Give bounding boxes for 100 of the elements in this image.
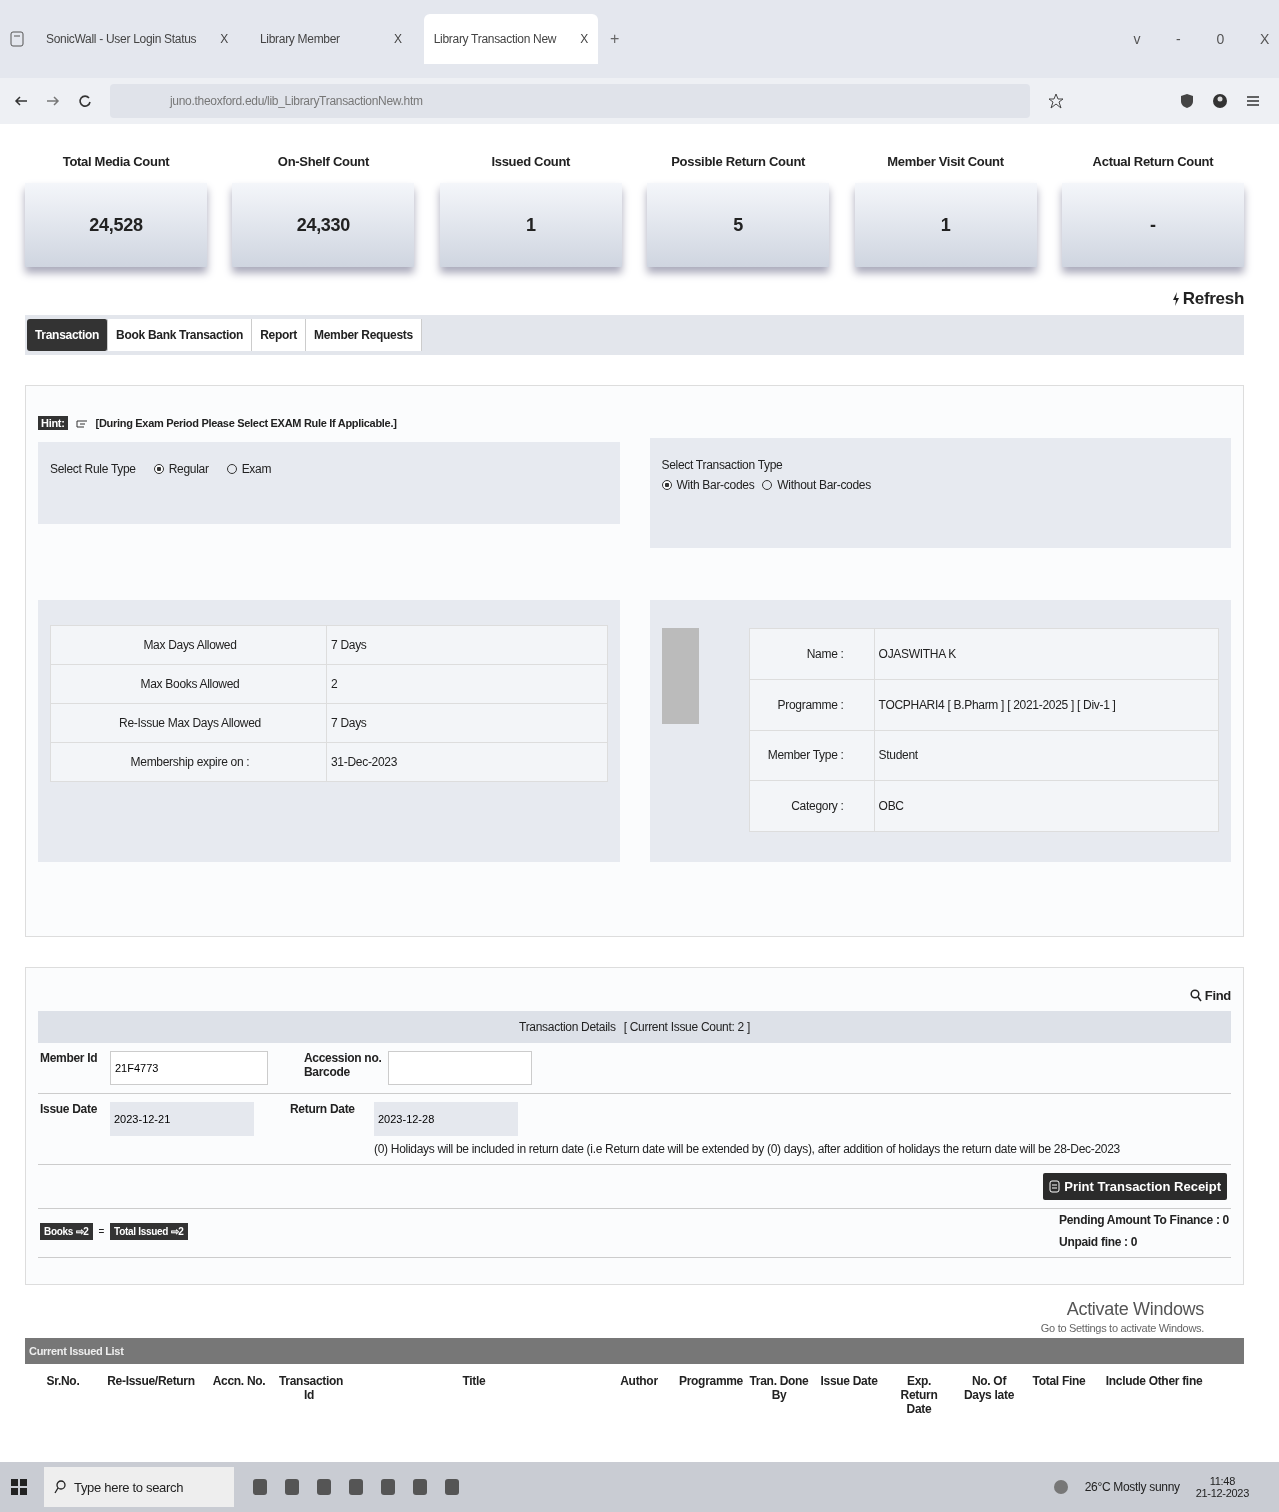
new-tab-button[interactable]: + <box>609 30 619 48</box>
close-tab-button[interactable]: X <box>580 32 588 46</box>
window-control[interactable]: 0 <box>1216 31 1224 47</box>
table-cell: Member Type : <box>749 730 875 781</box>
table-cell: 31-Dec-2023 <box>326 742 607 782</box>
reload-icon[interactable] <box>78 94 92 108</box>
star-icon[interactable] <box>1048 93 1064 109</box>
url-text: juno.theoxford.edu/lib_LibraryTransactionNew.htm <box>170 94 423 108</box>
return-date-field[interactable]: 2023-12-28 <box>374 1102 518 1136</box>
browser-tab[interactable]: Library Member X <box>250 18 412 60</box>
column-header: Exp. Return Date <box>899 1374 939 1416</box>
issue-count: [ Current Issue Count: 2 ] <box>623 1020 750 1034</box>
page-tab[interactable]: Member Requests <box>306 319 422 351</box>
app-icon[interactable] <box>442 1477 462 1497</box>
unpaid-fine: Unpaid fine : 0 <box>1059 1235 1139 1249</box>
browser-tab[interactable]: Library Transaction New X <box>423 14 598 64</box>
weather-text: 26°C Mostly sunny <box>1084 1480 1180 1494</box>
member-id-field[interactable]: 21F4773 <box>110 1051 268 1085</box>
menu-icon[interactable] <box>1246 94 1260 108</box>
search-placeholder: Type here to search <box>74 1479 184 1495</box>
clock-date: 21-12-2023 <box>1195 1487 1249 1499</box>
stat-card: 1 <box>854 183 1037 267</box>
radio-option[interactable]: Regular <box>153 462 209 476</box>
radio-option[interactable]: Without Bar-codes <box>762 478 871 492</box>
window-control[interactable]: v <box>1133 31 1141 47</box>
find-link[interactable]: Find <box>1189 988 1231 1003</box>
app-icon[interactable] <box>250 1477 270 1497</box>
clock-time: 11:48 <box>1209 1475 1235 1487</box>
bolt-icon <box>1171 292 1180 306</box>
taskbar-search[interactable]: Type here to search <box>44 1467 234 1507</box>
column-header: Accn. No. <box>211 1374 267 1388</box>
column-header: Tran. Done By <box>749 1374 809 1402</box>
print-receipt-button[interactable]: Print Transaction Receipt <box>1043 1173 1227 1200</box>
column-header: Issue Date <box>819 1374 879 1388</box>
field-label: Return Date <box>290 1102 356 1116</box>
tab-list-icon[interactable] <box>10 31 24 47</box>
app-icon[interactable] <box>346 1477 366 1497</box>
tab-title: SonicWall - User Login Status <box>46 32 197 46</box>
stat-label: Total Media Count <box>62 154 170 169</box>
forward-icon[interactable] <box>46 94 60 108</box>
stat-label: Member Visit Count <box>887 154 1004 169</box>
search-icon <box>54 1480 66 1494</box>
page-tab[interactable]: Report <box>252 319 306 351</box>
field-label: Select Rule Type <box>50 462 136 476</box>
section-title: Transaction Details <box>519 1020 616 1034</box>
table-cell: Name : <box>749 628 875 680</box>
back-icon[interactable] <box>14 94 28 108</box>
hint-text: [During Exam Period Please Select EXAM Rule If Applicable.] <box>95 417 397 429</box>
close-tab-button[interactable]: X <box>220 32 228 46</box>
close-tab-button[interactable]: X <box>394 32 402 46</box>
stat-card: - <box>1061 183 1244 267</box>
table-cell: OJASWITHA K <box>874 628 1219 680</box>
column-header: No. Of Days late <box>963 1374 1015 1402</box>
search-icon <box>1189 989 1202 1002</box>
radio-icon[interactable] <box>661 480 672 490</box>
table-cell: 7 Days <box>326 625 607 665</box>
column-header: Include Other fine <box>1104 1374 1204 1388</box>
app-icon[interactable] <box>410 1477 430 1497</box>
column-header: Sr.No. <box>45 1374 81 1388</box>
app-icon[interactable] <box>314 1477 334 1497</box>
table-cell: Programme : <box>749 679 875 730</box>
column-header: Title <box>461 1374 487 1388</box>
page-tab[interactable]: Book Bank Transaction <box>108 319 253 351</box>
table-cell: Student <box>874 730 1219 781</box>
list-title: Current Issued List <box>29 1345 124 1357</box>
column-header: Total Fine <box>1031 1374 1087 1388</box>
refresh-link[interactable]: Refresh <box>1171 289 1244 309</box>
app-icon[interactable] <box>378 1477 398 1497</box>
radio-option[interactable]: Exam <box>226 462 272 476</box>
accession-field[interactable] <box>388 1051 532 1085</box>
radio-icon[interactable] <box>153 464 164 474</box>
tab-title: Library Transaction New <box>433 32 557 46</box>
table-cell: 7 Days <box>326 703 607 743</box>
activation-title: Activate Windows <box>1066 1299 1204 1320</box>
window-control[interactable]: X <box>1259 31 1269 47</box>
account-icon[interactable] <box>1212 93 1228 109</box>
stat-label: Possible Return Count <box>671 154 806 169</box>
table-cell: Category : <box>749 780 875 832</box>
page-tab[interactable]: Transaction <box>27 319 109 351</box>
activation-text: Go to Settings to activate Windows. <box>1040 1322 1204 1334</box>
table-cell: Max Days Allowed <box>50 625 327 665</box>
shield-icon[interactable] <box>1180 93 1194 109</box>
radio-option[interactable]: With Bar-codes <box>661 478 755 492</box>
stat-card: 24,330 <box>232 183 415 267</box>
books-badge: Books ⇨2 <box>40 1222 93 1240</box>
windows-icon[interactable] <box>10 1478 28 1496</box>
table-cell: OBC <box>874 780 1219 832</box>
window-control[interactable]: - <box>1176 31 1181 47</box>
app-icon[interactable] <box>282 1477 302 1497</box>
stat-card: 1 <box>439 183 622 267</box>
browser-tab[interactable]: SonicWall - User Login Status X <box>36 18 238 60</box>
holiday-note: (0) Holidays will be included in return date (i.e Return date will be extended by (0) days), after addition of holidays the return date will be 28-Dec-2023 <box>374 1142 1120 1156</box>
stat-label: Actual Return Count <box>1092 154 1214 169</box>
address-bar[interactable]: juno.theoxford.edu/lib_LibraryTransactionNew.htm <box>110 84 1030 118</box>
stat-label: Issued Count <box>491 154 571 169</box>
field-label: Select Transaction Type <box>661 458 784 472</box>
column-header: Author <box>619 1374 659 1388</box>
table-cell: Max Books Allowed <box>50 664 327 704</box>
issue-date-field[interactable]: 2023-12-21 <box>110 1102 254 1136</box>
table-cell: TOCPHARI4 [ B.Pharm ] [ 2021-2025 ] [ Div-1 ] <box>874 679 1219 730</box>
